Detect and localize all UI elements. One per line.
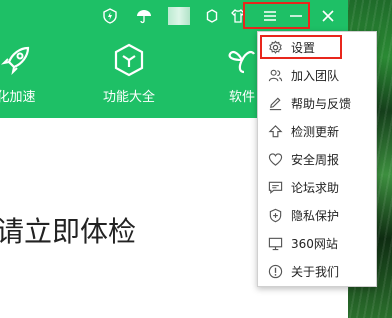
menu-item-label: 隐私保护 xyxy=(291,208,340,223)
menu-item-forum-help[interactable]: 论坛求助 xyxy=(258,173,376,201)
menu-item-join-team[interactable]: 加入团队 xyxy=(258,61,376,89)
pencil-icon xyxy=(267,95,283,111)
feature-all-functions[interactable]: 功能大全 xyxy=(94,40,164,105)
menu-item-security-weekly[interactable]: 安全周报 xyxy=(258,145,376,173)
menu-item-about-us[interactable]: 关于我们 xyxy=(258,257,376,285)
menu-item-label: 检测更新 xyxy=(291,124,340,139)
rocket-icon xyxy=(0,40,51,80)
dropdown-menu: 设置 加入团队 帮助与反馈 检测更新 安全周报 论坛求助 隐私保护 360网站 … xyxy=(257,31,377,287)
monitor-icon xyxy=(267,235,283,251)
menu-item-label: 帮助与反馈 xyxy=(291,96,352,111)
menu-item-label: 360网站 xyxy=(291,236,338,251)
menu-item-help-feedback[interactable]: 帮助与反馈 xyxy=(258,89,376,117)
users-icon xyxy=(267,67,283,83)
shield-plus-icon xyxy=(267,207,283,223)
shield-bolt-icon[interactable] xyxy=(100,6,120,26)
feature-speedup[interactable]: 化加速 xyxy=(0,40,51,105)
cube-icon xyxy=(94,40,164,80)
avatar[interactable] xyxy=(168,7,190,25)
menu-button-highlight xyxy=(243,2,310,29)
upload-icon xyxy=(267,123,283,139)
menu-item-settings[interactable]: 设置 xyxy=(258,33,376,61)
gear-icon[interactable] xyxy=(202,6,222,26)
checkup-prompt: 请立即体检 xyxy=(0,215,137,248)
menu-item-360-website[interactable]: 360网站 xyxy=(258,229,376,257)
settings-highlight xyxy=(260,35,342,59)
menu-item-label: 关于我们 xyxy=(291,264,340,279)
forum-icon xyxy=(267,179,283,195)
menu-item-privacy[interactable]: 隐私保护 xyxy=(258,201,376,229)
menu-item-label: 加入团队 xyxy=(291,68,340,83)
feature-label: 化加速 xyxy=(0,90,36,105)
umbrella-icon[interactable] xyxy=(134,6,154,26)
menu-item-label: 安全周报 xyxy=(291,152,340,167)
info-icon xyxy=(267,263,283,279)
menu-item-label: 论坛求助 xyxy=(291,180,340,195)
heart-icon xyxy=(267,151,283,167)
feature-label: 功能大全 xyxy=(102,90,155,105)
menu-item-check-update[interactable]: 检测更新 xyxy=(258,117,376,145)
close-icon[interactable] xyxy=(318,6,338,26)
